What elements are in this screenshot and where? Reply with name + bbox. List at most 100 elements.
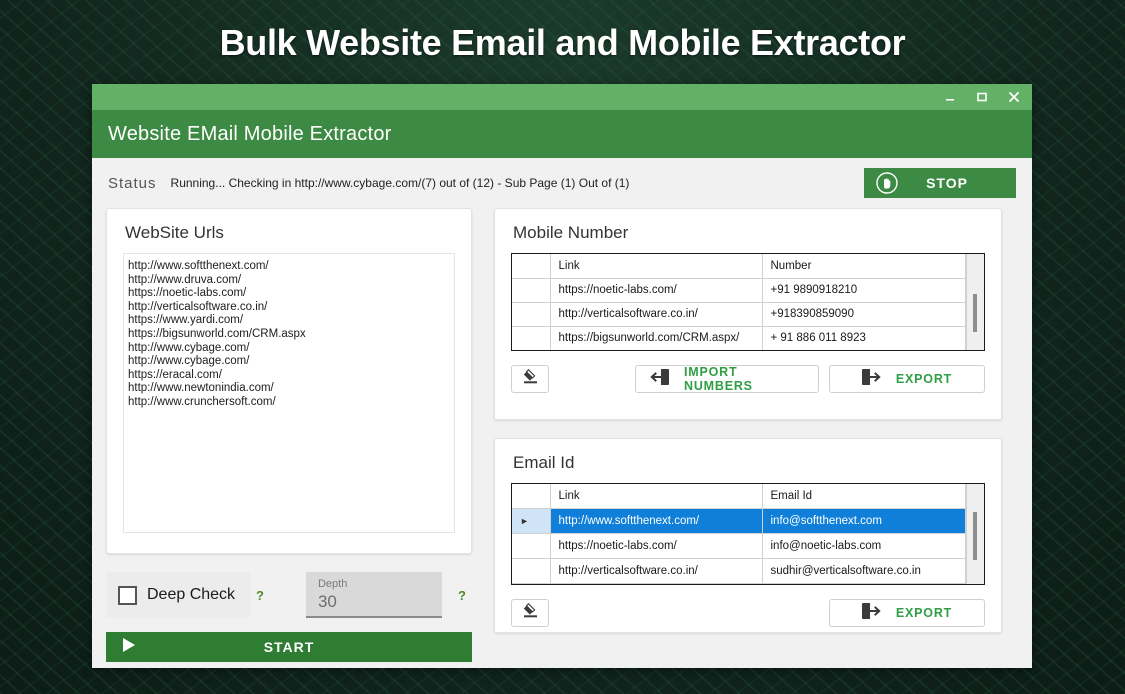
export-mobile-label: EXPORT [896,372,952,386]
list-item[interactable]: https://noetic-labs.com/ [128,287,450,301]
maximize-icon[interactable] [974,89,990,105]
cell-number: + 91 886 011 8923 [762,326,966,350]
list-item[interactable]: http://www.cybage.com/ [128,355,450,369]
import-numbers-label: IMPORT NUMBERS [684,365,804,393]
start-button[interactable]: START [106,632,472,662]
minimize-icon[interactable] [942,89,958,105]
row-selector[interactable] [512,302,550,326]
website-urls-title: WebSite Urls [107,209,471,253]
website-urls-list[interactable]: http://www.softthenext.com/ http://www.d… [123,253,455,533]
email-id-table[interactable]: Link Email Id ► http://www.softthenext.c… [511,483,985,585]
column-header-link: Link [550,254,762,278]
row-selector[interactable] [512,559,550,584]
table-row[interactable]: https://bigsunworld.com/CRM.aspx/ + 91 8… [512,326,966,350]
options-row: Deep Check ? Depth 30 ? [106,572,472,618]
column-header-selector [512,484,550,509]
right-column: Mobile Number Link Number https://noetic… [494,208,1002,662]
deep-check-group[interactable]: Deep Check [106,572,250,618]
list-item[interactable]: https://www.yardi.com/ [128,314,450,328]
column-header-email: Email Id [762,484,966,509]
list-item[interactable]: https://bigsunworld.com/CRM.aspx [128,328,450,342]
deep-check-checkbox[interactable] [118,586,137,605]
mobile-number-table[interactable]: Link Number https://noetic-labs.com/ +91… [511,253,985,351]
app-header: Website EMail Mobile Extractor [92,110,1032,158]
table-row[interactable]: https://noetic-labs.com/ +91 9890918210 [512,278,966,302]
depth-help-icon[interactable]: ? [458,588,466,603]
column-header-selector [512,254,550,278]
status-message: Running... Checking in http://www.cybage… [171,176,850,190]
eraser-icon [521,602,540,624]
export-email-button[interactable]: EXPORT [829,599,985,627]
scrollbar-thumb[interactable] [973,294,977,332]
import-icon [650,368,670,391]
cell-link: https://noetic-labs.com/ [550,534,762,559]
list-item[interactable]: http://www.softthenext.com/ [128,260,450,274]
status-bar: Status Running... Checking in http://www… [92,158,1032,208]
row-selector[interactable]: ► [512,509,550,534]
deep-check-help-icon[interactable]: ? [256,588,264,603]
depth-input[interactable]: Depth 30 [306,572,442,618]
depth-input-value: 30 [318,591,442,613]
table-row[interactable]: https://noetic-labs.com/ info@noetic-lab… [512,534,966,559]
list-item[interactable]: http://verticalsoftware.co.in/ [128,301,450,315]
cell-link: https://bigsunworld.com/CRM.aspx/ [550,326,762,350]
cell-number: +918390859090 [762,302,966,326]
table-header-row: Link Email Id [512,484,966,509]
hand-stop-icon [876,172,898,194]
mobile-number-panel: Mobile Number Link Number https://noetic… [494,208,1002,420]
export-icon [862,602,882,625]
row-selector[interactable] [512,278,550,302]
app-title: Website EMail Mobile Extractor [108,123,392,146]
window-titlebar [92,84,1032,110]
close-icon[interactable] [1006,89,1022,105]
vertical-scrollbar[interactable] [966,254,984,350]
cell-link: http://verticalsoftware.co.in/ [550,302,762,326]
list-item[interactable]: http://www.cybage.com/ [128,342,450,356]
row-selected-arrow-icon: ► [520,516,529,526]
column-header-link: Link [550,484,762,509]
stop-button[interactable]: STOP [864,168,1016,198]
play-icon [122,637,136,658]
export-email-label: EXPORT [896,606,952,620]
mobile-actions: IMPORT NUMBERS EXPORT [511,365,985,393]
left-column: WebSite Urls http://www.softthenext.com/… [106,208,472,662]
import-numbers-button[interactable]: IMPORT NUMBERS [635,365,819,393]
export-mobile-button[interactable]: EXPORT [829,365,985,393]
page-title: Bulk Website Email and Mobile Extractor [0,22,1125,64]
vertical-scrollbar[interactable] [966,484,984,584]
clear-email-button[interactable] [511,599,549,627]
status-label: Status [108,175,157,192]
table-row[interactable]: ► http://www.softthenext.com/ info@softt… [512,509,966,534]
eraser-icon [521,368,540,390]
clear-mobile-button[interactable] [511,365,549,393]
email-id-title: Email Id [495,439,1001,483]
main-content: WebSite Urls http://www.softthenext.com/… [92,208,1032,662]
row-selector[interactable] [512,326,550,350]
cell-email: info@noetic-labs.com [762,534,966,559]
list-item[interactable]: http://www.newtonindia.com/ [128,382,450,396]
cell-link: https://noetic-labs.com/ [550,278,762,302]
scrollbar-thumb[interactable] [973,512,977,560]
depth-input-label: Depth [318,577,442,591]
stop-button-label: STOP [908,175,1016,191]
list-item[interactable]: http://www.druva.com/ [128,274,450,288]
export-icon [862,368,882,391]
cell-number: +91 9890918210 [762,278,966,302]
email-id-panel: Email Id Link Email Id ► [494,438,1002,633]
table-row[interactable]: http://verticalsoftware.co.in/ sudhir@ve… [512,559,966,584]
list-item[interactable]: https://eracal.com/ [128,369,450,383]
email-actions: EXPORT [511,599,985,627]
table-header-row: Link Number [512,254,966,278]
cell-email: info@softthenext.com [762,509,966,534]
cell-link: http://verticalsoftware.co.in/ [550,559,762,584]
application-window: Website EMail Mobile Extractor Status Ru… [92,84,1032,668]
cell-email: sudhir@verticalsoftware.co.in [762,559,966,584]
start-button-label: START [136,639,472,655]
column-header-number: Number [762,254,966,278]
list-item[interactable]: http://www.crunchersoft.com/ [128,396,450,410]
table-row[interactable]: http://verticalsoftware.co.in/ +91839085… [512,302,966,326]
row-selector[interactable] [512,534,550,559]
website-urls-panel: WebSite Urls http://www.softthenext.com/… [106,208,472,554]
cell-link: http://www.softthenext.com/ [550,509,762,534]
mobile-number-title: Mobile Number [495,209,1001,253]
